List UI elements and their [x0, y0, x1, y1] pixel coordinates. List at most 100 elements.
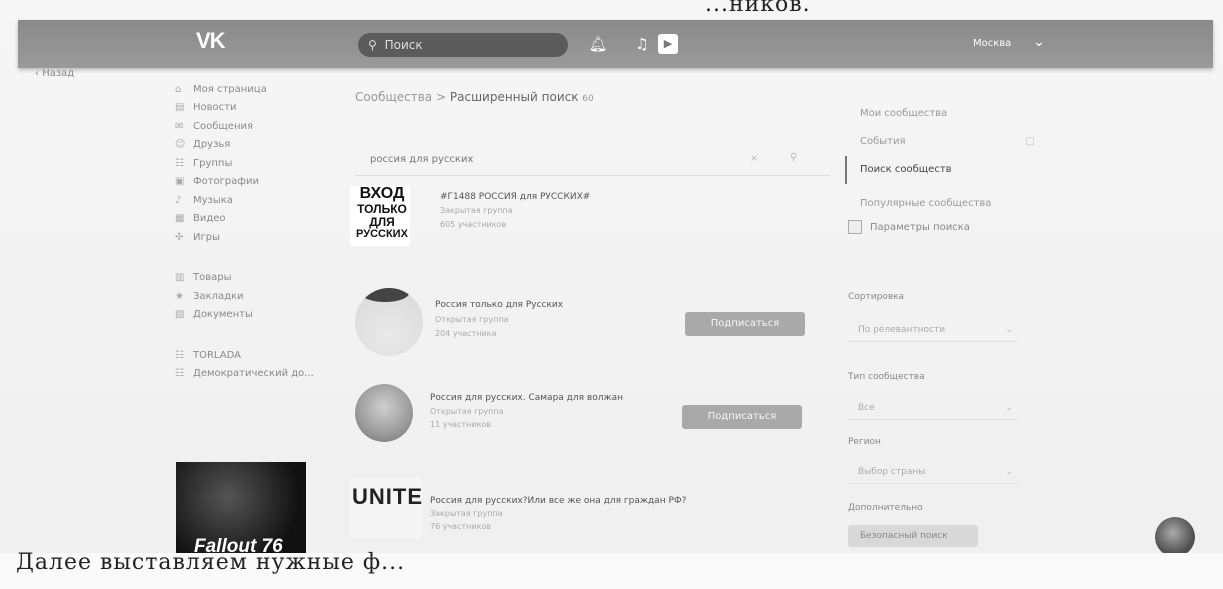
chevron-down-icon: ⌄: [1005, 325, 1013, 335]
subscribe-button[interactable]: Подписаться: [682, 405, 802, 429]
sidebar-item-label: Демократический до...: [193, 368, 314, 380]
avatar-text: РУССКИХ: [356, 228, 408, 240]
community-name[interactable]: Россия для русских. Самара для волжан: [430, 393, 623, 403]
community-type: Закрытая группа: [440, 206, 513, 215]
search-result-item[interactable]: Россия для русских. Самара для волжан От…: [350, 384, 830, 463]
chat-avatar[interactable]: [1155, 517, 1195, 557]
search-result-item[interactable]: UNITED Россия для русских?Или все же она…: [350, 478, 830, 556]
search-params-toggle[interactable]: Параметры поиска: [848, 220, 970, 234]
music-icon[interactable]: ♫: [632, 34, 652, 54]
games-icon: ✣: [175, 231, 184, 243]
clear-icon[interactable]: ×: [750, 153, 758, 164]
groups-icon: ☷: [175, 157, 184, 169]
user-menu-chevron-icon[interactable]: ⌄: [1033, 34, 1045, 50]
community-type: Открытая группа: [430, 407, 504, 416]
search-input[interactable]: ⚲ Поиск: [358, 33, 568, 57]
params-label: Параметры поиска: [870, 222, 970, 233]
community-name[interactable]: #Г1488 РОССИЯ для РУССКИХ#: [440, 192, 590, 202]
left-sidebar-nav: ⌂ Моя страница ▤ Новости ✉ Сообщения ☺ Друзь…: [175, 80, 340, 383]
back-label: Назад: [42, 68, 75, 79]
breadcrumb-link-communities[interactable]: Сообщества: [355, 90, 432, 104]
community-avatar[interactable]: [355, 288, 423, 356]
breadcrumb-separator: >: [436, 90, 447, 104]
community-avatar[interactable]: UNITED: [350, 478, 422, 538]
tab-community-search[interactable]: Поиск сообществ: [845, 156, 1025, 184]
region-select[interactable]: Выбор страны ⌄: [848, 460, 1018, 484]
community-name[interactable]: Россия только для Русских: [435, 300, 563, 310]
avatar-text: ТОЛЬКО: [357, 202, 407, 216]
sidebar-item-label: Товары: [193, 272, 232, 284]
home-icon: ⌂: [175, 83, 182, 95]
extra-label: Дополнительно: [848, 503, 923, 513]
sidebar-item-photos[interactable]: ▣ Фотографии: [175, 173, 340, 192]
group-icon: ☷: [175, 349, 184, 361]
tab-events[interactable]: События ▢: [845, 128, 1035, 156]
documents-icon: ▧: [175, 309, 185, 321]
sidebar-item-groups[interactable]: ☷ Группы: [175, 154, 340, 173]
type-select[interactable]: Все ⌄: [848, 396, 1018, 420]
music-icon: ♪: [175, 194, 182, 206]
sidebar-item-friends[interactable]: ☺ Друзья: [175, 136, 340, 155]
sidebar-item-label: Музыка: [193, 194, 233, 206]
sidebar-item-my-page[interactable]: ⌂ Моя страница: [175, 80, 340, 99]
sort-select[interactable]: По релевантности ⌄: [848, 318, 1018, 342]
goods-icon: ▥: [175, 272, 185, 284]
sidebar-item-games[interactable]: ✣ Игры: [175, 228, 340, 247]
photos-icon: ▣: [175, 176, 185, 188]
type-label: Тип сообщества: [848, 372, 925, 382]
sidebar-item-label: Игры: [193, 231, 220, 243]
chevron-down-icon: ⌄: [1005, 467, 1013, 477]
header-user-name[interactable]: Москва: [973, 38, 1011, 49]
community-avatar[interactable]: [355, 384, 413, 442]
sidebar-item-torlada[interactable]: ☷ TORLADA: [175, 346, 340, 365]
sidebar-item-bookmarks[interactable]: ★ Закладки: [175, 287, 340, 306]
messages-icon: ✉: [175, 120, 184, 132]
sidebar-item-label: TORLADA: [193, 349, 241, 361]
sidebar-item-label: Фотографии: [193, 176, 259, 188]
group-icon: ☷: [175, 368, 184, 380]
type-value: Все: [858, 403, 875, 413]
tab-popular-communities[interactable]: Популярные сообщества: [845, 190, 1025, 218]
sidebar-item-documents[interactable]: ▧ Документы: [175, 306, 340, 325]
filter-icon: [848, 220, 862, 234]
tab-label: События: [860, 136, 906, 147]
sidebar-item-goods[interactable]: ▥ Товары: [175, 269, 340, 288]
sidebar-item-news[interactable]: ▤ Новости: [175, 99, 340, 118]
sidebar-item-democratic[interactable]: ☷ Демократический до...: [175, 365, 340, 384]
subscribe-button[interactable]: Подписаться: [685, 312, 805, 336]
play-icon[interactable]: ▶: [658, 34, 678, 54]
community-members: 76 участников: [430, 522, 492, 531]
sidebar-item-label: Моя страница: [193, 83, 267, 95]
search-icon[interactable]: ⚲: [790, 152, 797, 163]
community-type: Открытая группа: [435, 315, 509, 324]
sidebar-item-label: Документы: [193, 309, 253, 321]
safe-search-checkbox[interactable]: Безопасный поиск: [848, 525, 978, 547]
screenshot-page: ...ников. VK ⚲ Поиск 🔔︎ ♫ ▶ Москва ⌄ ‹ Н…: [0, 0, 1223, 589]
breadcrumb: Сообщества > Расширенный поиск 60: [355, 90, 594, 104]
region-label: Регион: [848, 437, 881, 447]
chevron-down-icon: ⌄: [1005, 403, 1013, 413]
fallout-ad-banner[interactable]: Fallout 76: [176, 462, 306, 562]
communities-right-nav: Мои сообщества События ▢ Поиск сообществ …: [845, 100, 1035, 218]
vk-logo[interactable]: VK: [196, 28, 226, 54]
tab-my-communities[interactable]: Мои сообщества: [845, 100, 1025, 128]
search-icon: ⚲: [368, 38, 377, 52]
search-query-text: россия для русских: [370, 154, 474, 165]
sidebar-item-messages[interactable]: ✉ Сообщения: [175, 117, 340, 136]
avatar-text: UNITED: [352, 484, 422, 509]
community-search-input[interactable]: россия для русских × ⚲: [355, 145, 830, 176]
avatar-text: ДЛЯ: [369, 215, 395, 229]
community-avatar[interactable]: ВХОД ТОЛЬКО ДЛЯ РУССКИХ: [350, 186, 410, 246]
sidebar-item-music[interactable]: ♪ Музыка: [175, 191, 340, 210]
search-result-item[interactable]: ВХОД ТОЛЬКО ДЛЯ РУССКИХ #Г1488 РОССИЯ дл…: [350, 186, 830, 264]
bell-icon[interactable]: 🔔︎: [588, 34, 608, 54]
community-name[interactable]: Россия для русских?Или все же она для гр…: [430, 496, 686, 506]
bookmarks-icon: ★: [175, 290, 184, 302]
community-members: 204 участника: [435, 329, 497, 338]
search-result-item[interactable]: Россия только для Русских Открытая групп…: [350, 288, 830, 366]
sidebar-item-video[interactable]: ▦ Видео: [175, 210, 340, 229]
back-link[interactable]: ‹ Назад: [35, 68, 74, 79]
avatar-text: ВХОД: [359, 186, 405, 202]
breadcrumb-current: Расширенный поиск: [449, 90, 579, 104]
